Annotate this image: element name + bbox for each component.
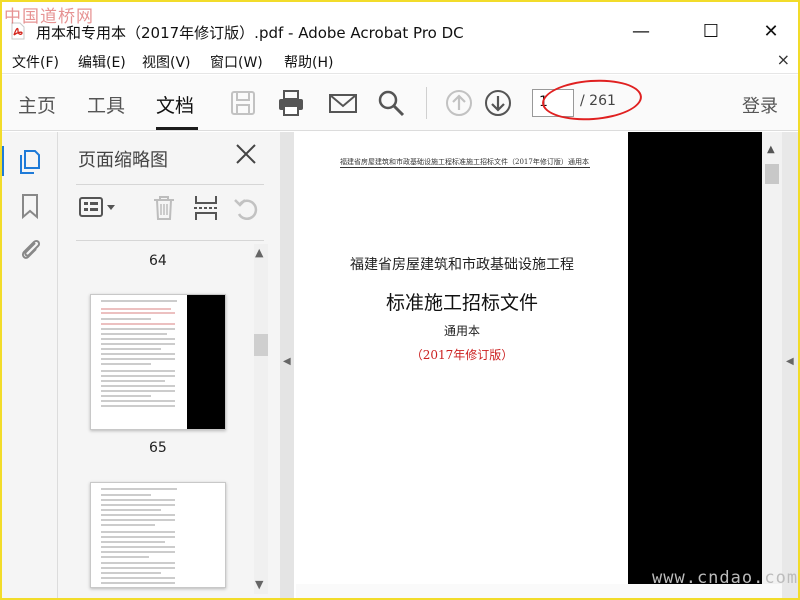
email-icon[interactable] [328, 88, 358, 118]
extract-pages-icon[interactable] [192, 194, 220, 222]
collapse-left-arrow-icon[interactable]: ◀ [283, 356, 291, 367]
page-running-header-right: 通用本 [568, 158, 589, 166]
expand-right-arrow-icon[interactable]: ◀ [786, 356, 794, 367]
page-thumbnail-65[interactable] [90, 294, 226, 430]
page-running-header: 福建省房屋建筑和市政基础设施工程标准施工招标文件（2017年修订版） [340, 158, 568, 166]
thumbnail-page-number: 65 [149, 440, 167, 456]
thumbnail-options-icon[interactable] [78, 194, 118, 222]
close-window-button[interactable]: ✕ [748, 16, 794, 46]
thumbnail-page-number: 64 [149, 253, 167, 269]
menu-help[interactable]: 帮助(H) [284, 52, 333, 72]
page-black-margin [628, 132, 762, 584]
menu-file[interactable]: 文件(F) [12, 52, 59, 72]
site-watermark-top: 中国道桥网 [4, 7, 94, 27]
document-revision: （2017年修订版） [410, 348, 514, 362]
search-icon[interactable] [376, 88, 406, 118]
thumbnail-panel: 页面缩略图 64 65 ▲ ▼ [58, 132, 280, 598]
document-scrollbar[interactable]: ▲ [762, 132, 782, 584]
document-subtitle: 福建省房屋建筑和市政基础设施工程 [350, 257, 574, 273]
menu-view[interactable]: 视图(V) [142, 52, 191, 72]
page-thumbnails-icon[interactable] [16, 148, 44, 176]
attachments-icon[interactable] [16, 234, 44, 262]
login-button[interactable]: 登录 [742, 92, 778, 118]
active-tab-indicator [156, 127, 198, 130]
toolbar-separator [426, 87, 427, 119]
header-rule [340, 167, 590, 168]
title-bar: 用本和专用本（2017年修订版）.pdf - Adobe Acrobat Pro… [2, 2, 798, 46]
thumbnail-page-preview [101, 488, 177, 584]
scroll-up-arrow-icon[interactable]: ▲ [255, 246, 263, 259]
tab-home[interactable]: 主页 [18, 91, 56, 118]
previous-page-icon[interactable] [444, 88, 474, 118]
document-scroll-thumb[interactable] [765, 164, 779, 184]
rail-active-indicator [2, 146, 4, 176]
panel-tools-divider [76, 240, 264, 241]
menu-window[interactable]: 窗口(W) [210, 52, 263, 72]
menu-edit[interactable]: 编辑(E) [78, 52, 126, 72]
bookmarks-icon[interactable] [16, 192, 44, 220]
save-icon[interactable] [228, 88, 258, 118]
site-watermark-bottom: www.cndao.com [652, 568, 799, 588]
thumbnail-page-preview [101, 295, 225, 429]
tab-document[interactable]: 文档 [156, 91, 194, 118]
document-page: 福建省房屋建筑和市政基础设施工程标准施工招标文件（2017年修订版） 通用本 福… [296, 132, 628, 584]
maximize-button[interactable]: ☐ [688, 16, 734, 46]
next-page-icon[interactable] [483, 88, 513, 118]
right-panel-toggle[interactable]: ◀ [782, 132, 798, 598]
document-title: 标准施工招标文件 [385, 292, 538, 314]
page-thumbnail-66[interactable] [90, 482, 226, 588]
doc-scroll-up-icon[interactable]: ▲ [767, 144, 775, 155]
thumbnail-scroll-thumb[interactable] [254, 334, 268, 356]
highlight-ellipse [540, 76, 644, 124]
tab-tools[interactable]: 工具 [87, 91, 125, 118]
menu-bar: 文件(F) 编辑(E) 视图(V) 窗口(W) 帮助(H) × [2, 48, 798, 74]
panel-title: 页面缩略图 [78, 150, 168, 171]
thumbnail-scrollbar[interactable]: ▲ ▼ [254, 244, 268, 594]
minimize-button[interactable]: — [618, 16, 664, 46]
left-navigation-rail [2, 132, 58, 598]
panel-splitter[interactable]: ◀ [280, 132, 294, 598]
window-title: 用本和专用本（2017年修订版）.pdf - Adobe Acrobat Pro… [36, 24, 464, 42]
undo-icon[interactable] [232, 194, 260, 222]
close-document-icon[interactable]: × [777, 50, 790, 69]
main-toolbar: 主页 工具 文档 1 / 261 登录 [2, 75, 798, 131]
print-icon[interactable] [276, 88, 306, 118]
close-panel-icon[interactable] [234, 142, 258, 166]
panel-divider [76, 184, 264, 185]
document-edition: 通用本 [443, 324, 480, 338]
delete-page-icon[interactable] [150, 194, 178, 222]
scroll-down-arrow-icon[interactable]: ▼ [255, 578, 263, 591]
